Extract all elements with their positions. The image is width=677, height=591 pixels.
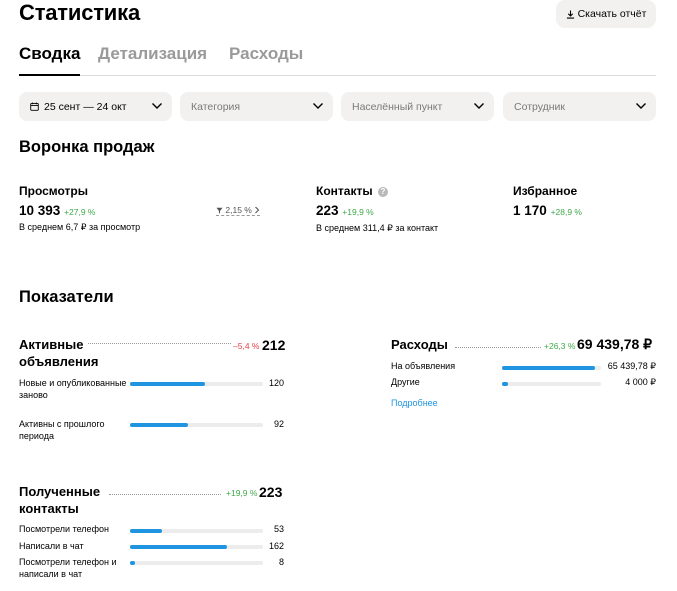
chevron-right-icon <box>255 206 260 214</box>
contacts-subtext: В среднем 311,4 ₽ за контакт <box>316 223 439 233</box>
expenses-total: 69 439,78 ₽ <box>577 336 653 352</box>
indicators-title: Показатели <box>19 288 114 306</box>
tab-summary[interactable]: Сводка <box>19 44 81 76</box>
calendar-icon <box>30 102 39 111</box>
contacts-delta: +19,9 % <box>342 207 374 217</box>
locality-filter[interactable]: Населённый пункт <box>341 92 494 121</box>
received-contacts-delta: +19,9 % <box>226 488 258 498</box>
employee-filter-placeholder: Сотрудник <box>514 100 566 113</box>
favorites-delta: +28,9 % <box>550 207 582 217</box>
active-ads-row-label: Новые и опубликованные заново <box>19 378 127 400</box>
active-ads-title: Активные объявления <box>19 337 99 369</box>
download-icon <box>566 9 574 19</box>
views-label: Просмотры <box>19 184 89 198</box>
expenses-more-link[interactable]: Подробнее <box>391 398 438 408</box>
received-contacts-title: Полученные контакты <box>19 484 101 516</box>
active-ads-row-value: 92 <box>273 419 284 429</box>
bar-fill <box>130 382 205 386</box>
favorites-metric: 1 170 +28,9 % <box>513 203 582 218</box>
expenses-row-value: 4 000 ₽ <box>625 377 656 387</box>
help-icon[interactable]: ? <box>377 187 388 197</box>
expenses-delta: +26,3 % <box>544 341 576 351</box>
chevron-down-icon <box>152 103 162 109</box>
bar-fill <box>502 382 508 386</box>
conversion-link[interactable]: 2,15 % <box>216 205 261 216</box>
bar-fill <box>502 366 595 370</box>
tab-bar: Сводка Детализация Расходы <box>19 44 656 76</box>
contacts-row-label: Написали в чат <box>19 541 84 551</box>
expenses-title: Расходы <box>391 337 448 352</box>
contacts-row-value: 8 <box>278 557 284 567</box>
contacts-label-wrap: Контакты ? <box>316 184 388 198</box>
contacts-metric: 223 +19,9 % <box>316 203 374 218</box>
contacts-row-value: 162 <box>268 541 284 551</box>
views-metric: 10 393 +27,9 % <box>19 203 96 218</box>
chevron-down-icon <box>474 103 484 109</box>
bar-fill <box>130 545 227 549</box>
expenses-row-label: Другие <box>391 377 420 387</box>
funnel-title: Воронка продаж <box>19 138 155 156</box>
contacts-row-label: Посмотрели телефон <box>19 524 109 534</box>
bar-track <box>502 382 601 386</box>
expenses-row-value: 65 439,78 ₽ <box>607 361 656 371</box>
tab-details[interactable]: Детализация <box>98 44 207 64</box>
page-title: Статистика <box>19 0 140 25</box>
bar-fill <box>130 423 188 427</box>
active-ads-row-label: Активны с прошлого периода <box>19 419 105 441</box>
period-filter[interactable]: 25 сент — 24 окт <box>19 92 172 121</box>
received-contacts-total: 223 <box>259 484 283 500</box>
contacts-row-value: 53 <box>273 524 284 534</box>
bar-fill <box>130 561 135 565</box>
dotted-leader <box>88 343 231 344</box>
download-report-button[interactable]: Скачать отчёт <box>556 0 656 28</box>
conversion-value: 2,15 % <box>225 205 252 215</box>
favorites-value: 1 170 <box>513 203 547 218</box>
active-ads-total: 212 <box>262 337 286 353</box>
chevron-down-icon <box>313 103 323 109</box>
active-ads-delta: –5,4 % <box>233 341 260 351</box>
contacts-label: Контакты <box>316 184 373 198</box>
bar-fill <box>130 529 162 533</box>
active-ads-row-value: 120 <box>268 378 284 388</box>
dotted-leader <box>455 347 541 348</box>
contacts-row-label: Посмотрели телефон и написали в чат <box>19 557 117 579</box>
tab-expenses[interactable]: Расходы <box>229 44 303 64</box>
expenses-row-label: На объявления <box>391 361 456 371</box>
filter-funnel-icon <box>216 207 223 214</box>
views-subtext: В среднем 6,7 ₽ за просмотр <box>19 222 141 232</box>
favorites-label: Избранное <box>513 184 578 198</box>
views-value: 10 393 <box>19 203 61 218</box>
download-report-label: Скачать отчёт <box>577 8 647 20</box>
dotted-leader <box>109 494 221 495</box>
period-filter-value: 25 сент — 24 окт <box>44 100 127 113</box>
category-filter-placeholder: Категория <box>191 100 241 113</box>
locality-filter-placeholder: Населённый пункт <box>352 100 443 113</box>
contacts-value: 223 <box>316 203 339 218</box>
views-delta: +27,9 % <box>64 207 96 217</box>
employee-filter[interactable]: Сотрудник <box>503 92 656 121</box>
category-filter[interactable]: Категория <box>180 92 333 121</box>
chevron-down-icon <box>636 103 646 109</box>
